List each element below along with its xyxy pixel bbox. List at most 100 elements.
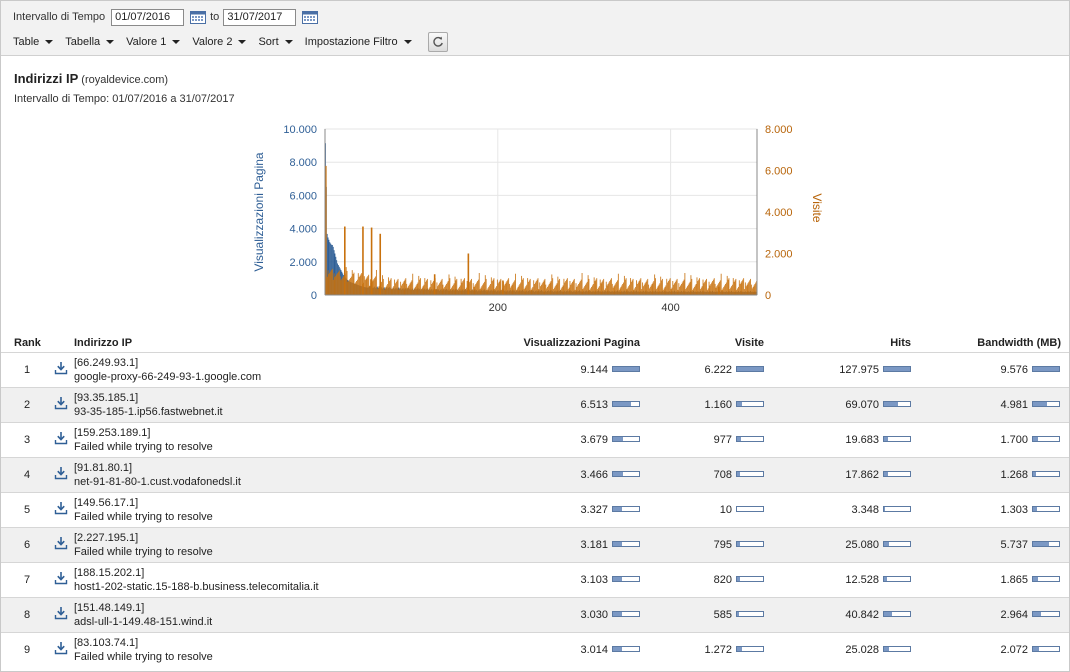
visits-bar bbox=[354, 283, 356, 295]
visits-bar bbox=[556, 283, 558, 295]
table-row[interactable]: 2 [93.35.185.1] 93-35-185-1.ip56.fastwebne… bbox=[1, 387, 1069, 422]
visits-bar bbox=[531, 288, 533, 295]
visits-bar bbox=[417, 282, 419, 295]
visits-bar bbox=[515, 289, 517, 295]
visits-bar bbox=[574, 289, 576, 295]
value-bar-fill bbox=[613, 472, 623, 477]
header-bandwidth[interactable]: Bandwidth (MB) bbox=[977, 337, 1061, 349]
menu-valore-2[interactable]: Valore 2 bbox=[192, 36, 247, 48]
visits-bar bbox=[729, 289, 731, 295]
menu-valore-1[interactable]: Valore 1 bbox=[126, 36, 181, 48]
ip-cell[interactable]: [188.15.202.1] host1-202-static.15-188-b.… bbox=[74, 566, 319, 594]
visits-bar bbox=[700, 287, 702, 295]
visits-bar bbox=[551, 274, 553, 295]
visits-bar bbox=[562, 285, 564, 295]
menu-impostazione-filtro[interactable]: Impostazione Filtro bbox=[305, 36, 412, 48]
download-icon[interactable] bbox=[54, 571, 68, 585]
date-from-input[interactable] bbox=[111, 8, 185, 26]
right-tick-label: 2.000 bbox=[765, 249, 793, 261]
header-rank[interactable]: Rank bbox=[14, 337, 41, 349]
table-row[interactable]: 8 [151.48.149.1] adsl-ull-1-149.48-151.win… bbox=[1, 597, 1069, 632]
value-bar bbox=[612, 366, 640, 373]
menu-tabella[interactable]: Tabella bbox=[65, 36, 115, 48]
visits-bar bbox=[627, 287, 629, 295]
right-tick-label: 8.000 bbox=[765, 124, 793, 136]
ip-cell[interactable]: [91.81.80.1] net-91-81-80-1.cust.vodafone… bbox=[74, 461, 241, 489]
calendar-icon[interactable] bbox=[190, 10, 207, 24]
ip-cell[interactable]: [159.253.189.1] Failed while trying to re… bbox=[74, 426, 213, 454]
menu-sort[interactable]: Sort bbox=[258, 36, 293, 48]
ip-cell[interactable]: [93.35.185.1] 93-35-185-1.ip56.fastwebnet… bbox=[74, 391, 223, 419]
refresh-button[interactable] bbox=[427, 32, 448, 52]
visits-bar bbox=[688, 283, 690, 295]
visits-bar bbox=[595, 279, 597, 295]
visits-bar bbox=[404, 279, 406, 295]
caret-down-icon bbox=[238, 40, 247, 44]
visits-bar bbox=[487, 288, 489, 295]
table-row[interactable]: 3 [159.253.189.1] Failed while trying to r… bbox=[1, 422, 1069, 457]
visits-bar bbox=[426, 278, 428, 295]
visits-bar bbox=[357, 273, 359, 295]
left-tick-label: 2.000 bbox=[289, 257, 317, 269]
page-views-cell: 3.327 bbox=[580, 504, 640, 516]
calendar-icon[interactable] bbox=[302, 10, 319, 24]
visits-bar bbox=[737, 286, 739, 295]
visits-bar bbox=[675, 280, 677, 295]
visits-bar bbox=[501, 289, 503, 295]
table-row[interactable]: 5 [149.56.17.1] Failed while trying to res… bbox=[1, 492, 1069, 527]
bandwidth-cell: 1.700 bbox=[1000, 434, 1060, 446]
hits-value: 127.975 bbox=[839, 364, 879, 376]
date-to-input[interactable] bbox=[223, 8, 297, 26]
ip-cell[interactable]: [66.249.93.1] google-proxy-66-249-93-1.go… bbox=[74, 356, 261, 384]
visits-value: 820 bbox=[713, 574, 732, 586]
table-row[interactable]: 1 [66.249.93.1] google-proxy-66-249-93-1.g… bbox=[1, 352, 1069, 387]
download-icon[interactable] bbox=[54, 536, 68, 550]
table-row[interactable]: 6 [2.227.195.1] Failed while trying to res… bbox=[1, 527, 1069, 562]
visits-cell: 585 bbox=[714, 609, 764, 621]
download-icon[interactable] bbox=[54, 606, 68, 620]
bandwidth-value: 1.700 bbox=[1000, 434, 1028, 446]
download-icon[interactable] bbox=[54, 466, 68, 480]
visits-bar bbox=[629, 278, 631, 295]
download-icon[interactable] bbox=[54, 501, 68, 515]
visits-bar bbox=[496, 279, 498, 295]
visits-bar bbox=[461, 282, 463, 295]
table-row[interactable]: 4 [91.81.80.1] net-91-81-80-1.cust.vodafon… bbox=[1, 457, 1069, 492]
visits-bar bbox=[328, 274, 330, 295]
value-bar bbox=[612, 611, 640, 618]
download-icon[interactable] bbox=[54, 396, 68, 410]
visits-bar bbox=[604, 289, 605, 295]
visits-bar bbox=[348, 280, 350, 295]
ip-cell[interactable]: [2.227.195.1] Failed while trying to reso… bbox=[74, 531, 213, 559]
visits-bar bbox=[407, 286, 409, 295]
visits-bar bbox=[359, 275, 361, 295]
ip-cell[interactable]: [83.103.74.1] Failed while trying to reso… bbox=[74, 636, 213, 664]
visits-bar bbox=[497, 283, 499, 295]
visits-value: 708 bbox=[713, 469, 732, 481]
visits-bar bbox=[706, 278, 707, 295]
visits-cell: 820 bbox=[714, 574, 764, 586]
visits-bar bbox=[744, 282, 746, 295]
page-views-cell: 6.513 bbox=[580, 399, 640, 411]
interval-label: Intervallo di Tempo bbox=[13, 11, 106, 23]
header-visits[interactable]: Visite bbox=[735, 337, 764, 349]
download-icon[interactable] bbox=[54, 431, 68, 445]
ip-cell[interactable]: [149.56.17.1] Failed while trying to reso… bbox=[74, 496, 213, 524]
header-ip[interactable]: Indirizzo IP bbox=[74, 337, 132, 349]
visits-bar bbox=[548, 284, 550, 295]
visits-bar bbox=[689, 281, 691, 295]
header-page-views[interactable]: Visualizzazioni Pagina bbox=[523, 337, 640, 349]
visits-bar bbox=[593, 277, 595, 295]
visits-bar bbox=[644, 283, 646, 295]
ip-cell[interactable]: [151.48.149.1] adsl-ull-1-149.48-151.wind… bbox=[74, 601, 212, 629]
table-row[interactable]: 9 [83.103.74.1] Failed while trying to res… bbox=[1, 632, 1069, 667]
download-icon[interactable] bbox=[54, 361, 68, 375]
download-icon[interactable] bbox=[54, 641, 68, 655]
table-row[interactable]: 7 [188.15.202.1] host1-202-static.15-188-b… bbox=[1, 562, 1069, 597]
visits-bar bbox=[582, 289, 584, 295]
visits-bar bbox=[460, 278, 462, 295]
visits-bar bbox=[444, 286, 446, 295]
visits-bar bbox=[350, 276, 352, 295]
menu-table[interactable]: Table bbox=[13, 36, 54, 48]
header-hits[interactable]: Hits bbox=[890, 337, 911, 349]
